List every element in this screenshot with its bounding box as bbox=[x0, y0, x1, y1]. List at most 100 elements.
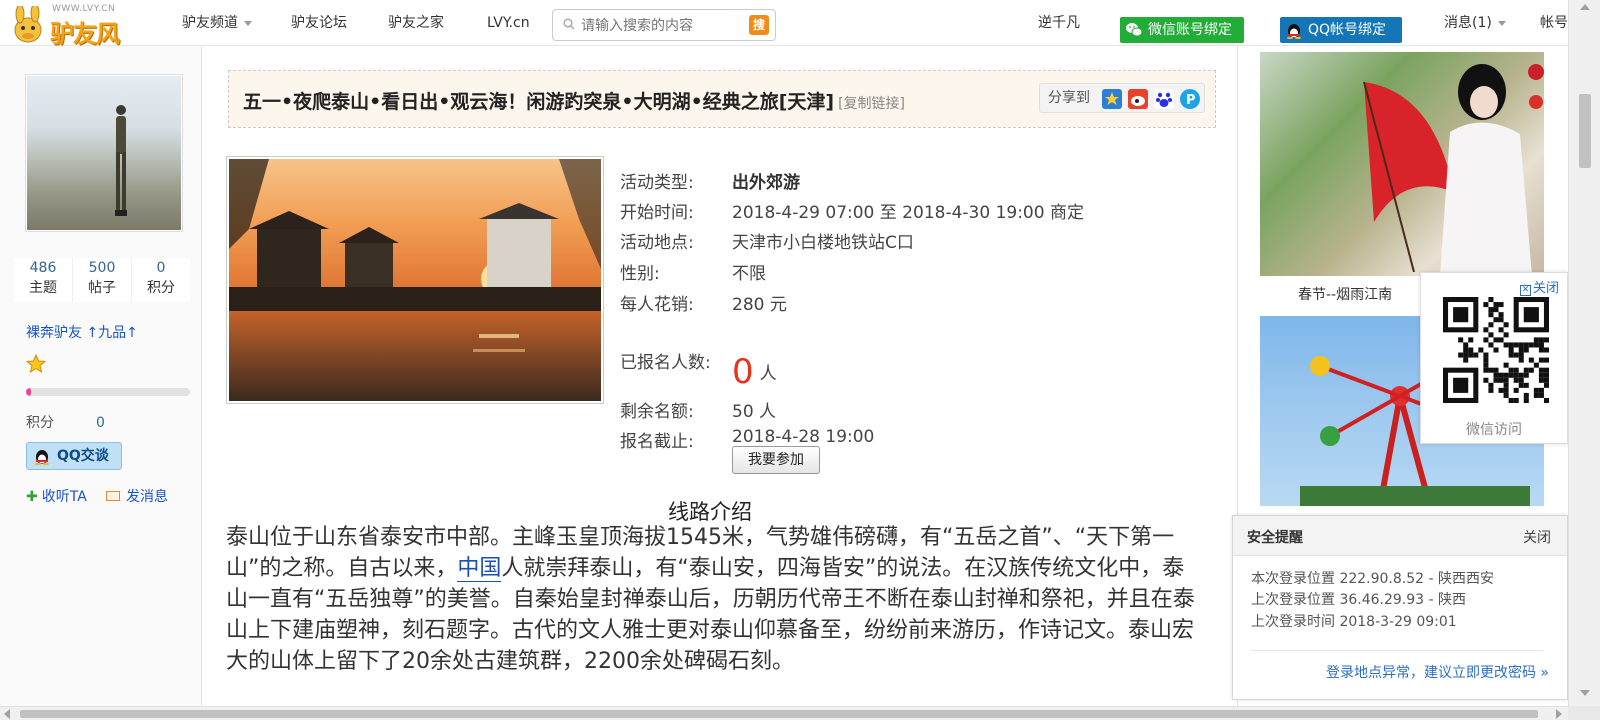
credit-value: 0 bbox=[96, 415, 105, 431]
credit-row: 积分 0 bbox=[26, 412, 105, 432]
signed-count: 0 bbox=[732, 352, 754, 392]
site-logo[interactable]: WWW.LVY.CN 驴友风 bbox=[8, 4, 130, 48]
lady-in-qipao-image bbox=[1440, 64, 1544, 276]
profile-stats: 486 主题 500 帖子 0 积分 bbox=[14, 258, 190, 302]
stat-value: 500 bbox=[88, 260, 116, 276]
profile-sidebar: 486 主题 500 帖子 0 积分 裸奔驴友 ↑九品↑ 积分 0 QQ交谈 ✚ 收… bbox=[0, 46, 202, 706]
qq-chat-button[interactable]: QQ交谈 bbox=[26, 442, 122, 470]
follow-link[interactable]: ✚ 收听TA bbox=[26, 486, 87, 506]
info-value: 280 元 bbox=[732, 295, 787, 315]
wechat-icon bbox=[1126, 23, 1143, 37]
promo-caption[interactable]: 春节--烟雨江南 bbox=[1298, 284, 1392, 304]
scroll-left-arrow-icon[interactable] bbox=[4, 709, 10, 719]
security-alert-close-button[interactable]: 关闭 bbox=[1523, 527, 1551, 547]
logo-name: 驴友风 bbox=[50, 20, 120, 48]
svg-text:P: P bbox=[1186, 93, 1196, 108]
info-label: 开始时间: bbox=[620, 203, 694, 223]
route-description: 泰山位于山东省泰安市中部。主峰玉皇顶海拔1545米，气势雄伟磅礴，有“五岳之首”… bbox=[226, 522, 1206, 677]
security-alert-header: 安全提醒 关闭 bbox=[1233, 516, 1567, 556]
messages-label: 消息(1) bbox=[1444, 15, 1492, 31]
qq-penguin-icon bbox=[1287, 24, 1301, 39]
promo-image-jiangnan[interactable] bbox=[1260, 52, 1544, 276]
change-password-link[interactable]: 登录地点异常，建议立即更改密码 » bbox=[1326, 662, 1549, 682]
chevron-down-icon bbox=[244, 20, 252, 26]
nav-item-lvy[interactable]: LVY.cn bbox=[487, 0, 530, 46]
baidu-share-icon[interactable] bbox=[1154, 89, 1174, 109]
qr-caption: 微信访问 bbox=[1466, 422, 1522, 438]
info-value: 2018-4-29 07:00 至 2018-4-30 19:00 商定 bbox=[732, 203, 1084, 223]
info-label: 报名截止: bbox=[620, 432, 694, 452]
scroll-up-arrow-icon[interactable] bbox=[1580, 4, 1590, 10]
avatar[interactable] bbox=[25, 74, 183, 232]
stat-points[interactable]: 0 积分 bbox=[132, 258, 190, 302]
username-link[interactable]: 逆千凡 bbox=[1038, 0, 1080, 46]
info-label: 活动类型: bbox=[620, 173, 694, 193]
search-button[interactable]: 搜 bbox=[749, 15, 769, 35]
join-event-button[interactable]: 我要参加 bbox=[732, 446, 820, 474]
horizontal-scroll-thumb[interactable] bbox=[20, 710, 1538, 718]
top-navigation-bar: WWW.LVY.CN 驴友风 驴友频道 驴友论坛 驴友之家 LVY.cn 搜 逆… bbox=[0, 0, 1568, 48]
security-alert-title: 安全提醒 bbox=[1247, 530, 1303, 546]
messages-menu[interactable]: 消息(1) bbox=[1444, 0, 1506, 46]
logo-url-text: WWW.LVY.CN bbox=[52, 4, 116, 14]
info-label: 已报名人数: bbox=[620, 353, 711, 373]
last-login-time: 上次登录时间 2018-3-29 09:01 bbox=[1251, 614, 1457, 630]
security-alert-popup: 安全提醒 关闭 本次登录位置 222.90.8.52 - 陕西西安 上次登录位置… bbox=[1232, 515, 1568, 700]
event-poster-image[interactable] bbox=[226, 156, 604, 404]
qr-code-image bbox=[1443, 297, 1549, 403]
weibo-share-icon[interactable] bbox=[1128, 89, 1148, 109]
stat-label: 帖子 bbox=[88, 280, 116, 296]
china-link[interactable]: 中国 bbox=[457, 556, 502, 582]
send-message-link[interactable]: 发消息 bbox=[106, 486, 168, 506]
stat-label: 积分 bbox=[147, 280, 175, 296]
info-value: 天津市小白楼地铁站C口 bbox=[732, 233, 914, 253]
follow-label: 收听TA bbox=[41, 489, 87, 505]
plus-icon: ✚ bbox=[26, 489, 38, 505]
stat-label: 主题 bbox=[29, 280, 57, 296]
search-box: 搜 bbox=[552, 9, 776, 41]
search-input[interactable] bbox=[581, 16, 741, 36]
sunset-lake-pavilion-image bbox=[229, 159, 601, 401]
nav-item-forum[interactable]: 驴友论坛 bbox=[291, 0, 347, 46]
qq-bind-button[interactable]: QQ帐号绑定 bbox=[1280, 17, 1402, 43]
info-value: 出外郊游 bbox=[732, 173, 800, 193]
wechat-qr-popup: ✕ 关闭 微信访问 bbox=[1420, 272, 1568, 444]
stat-posts[interactable]: 500 帖子 bbox=[73, 258, 132, 302]
qq-bind-label: QQ帐号绑定 bbox=[1308, 22, 1387, 38]
donkey-mascot-icon bbox=[14, 6, 42, 43]
copy-link-button[interactable]: [复制链接] bbox=[838, 96, 905, 112]
qq-chat-label: QQ交谈 bbox=[57, 448, 109, 464]
account-menu[interactable]: 帐号 bbox=[1540, 0, 1568, 46]
tencent-share-icon[interactable]: P bbox=[1180, 89, 1200, 109]
scroll-right-arrow-icon[interactable] bbox=[1556, 709, 1562, 719]
qq-penguin-icon bbox=[35, 450, 49, 465]
send-message-label: 发消息 bbox=[126, 489, 168, 505]
vertical-scroll-thumb[interactable] bbox=[1579, 94, 1591, 168]
chevron-down-icon bbox=[1497, 20, 1506, 26]
nav-item-home[interactable]: 驴友之家 bbox=[388, 0, 444, 46]
close-icon: ✕ bbox=[1519, 285, 1531, 296]
info-value: 不限 bbox=[732, 264, 766, 284]
divider bbox=[1251, 650, 1543, 651]
horizontal-scrollbar[interactable] bbox=[0, 706, 1568, 720]
info-label: 活动地点: bbox=[620, 233, 694, 253]
info-label: 剩余名额: bbox=[620, 402, 694, 422]
signed-unit: 人 bbox=[759, 364, 777, 384]
user-rank[interactable]: 裸奔驴友 ↑九品↑ bbox=[26, 322, 138, 342]
hiker-figure bbox=[115, 105, 127, 216]
wechat-bind-label: 微信账号绑定 bbox=[1148, 22, 1232, 38]
qr-close-label: 关闭 bbox=[1532, 281, 1559, 296]
scroll-down-arrow-icon[interactable] bbox=[1580, 690, 1590, 696]
star-icon bbox=[26, 354, 46, 374]
wechat-bind-button[interactable]: 微信账号绑定 bbox=[1120, 17, 1244, 43]
vertical-scrollbar[interactable] bbox=[1568, 0, 1600, 706]
nav-item-channel[interactable]: 驴友频道 bbox=[182, 0, 252, 46]
stat-value: 0 bbox=[156, 260, 166, 276]
info-label: 每人花销: bbox=[620, 295, 694, 315]
stat-topics[interactable]: 486 主题 bbox=[14, 258, 73, 302]
stat-value: 486 bbox=[29, 260, 57, 276]
qzone-share-icon[interactable] bbox=[1102, 89, 1122, 109]
scrollbar-corner bbox=[1568, 706, 1600, 720]
current-login-location: 本次登录位置 222.90.8.52 - 陕西西安 bbox=[1251, 571, 1495, 587]
qr-close-button[interactable]: ✕ 关闭 bbox=[1519, 277, 1559, 296]
